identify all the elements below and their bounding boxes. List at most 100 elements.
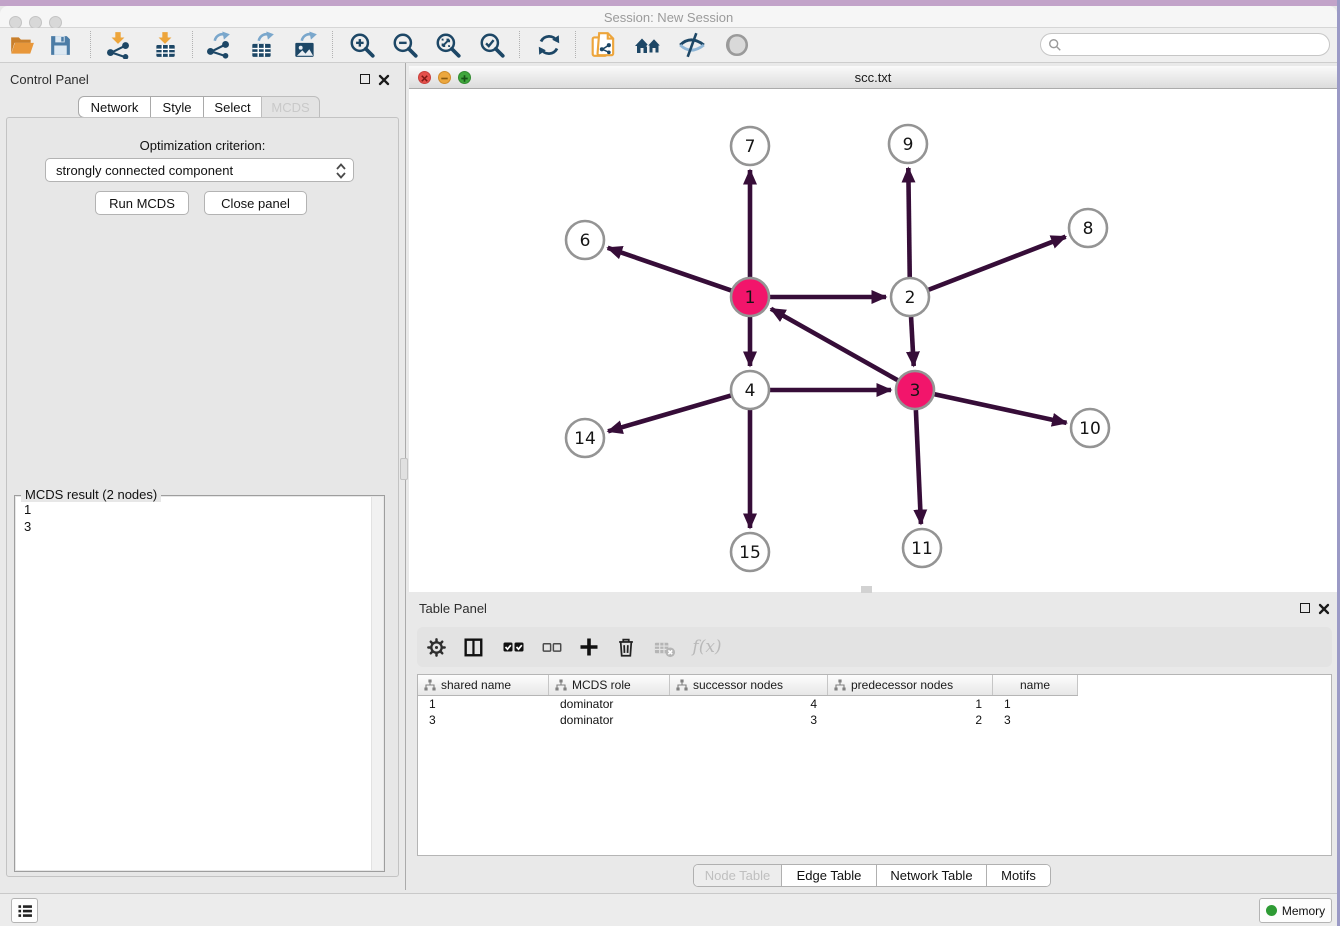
tab-motifs[interactable]: Motifs (987, 865, 1050, 886)
tab-node-table[interactable]: Node Table (694, 865, 782, 886)
edge-1-6[interactable] (608, 248, 731, 291)
table-panel-close-icon[interactable] (1318, 603, 1330, 615)
zoom-in-button[interactable] (346, 30, 378, 60)
save-session-button[interactable] (44, 30, 76, 60)
table-cell[interactable]: 1 (418, 696, 549, 712)
edge-2-8[interactable] (929, 237, 1066, 290)
table-cell[interactable]: 3 (418, 712, 549, 728)
close-panel-button[interactable]: Close panel (204, 191, 307, 215)
node-table[interactable]: shared name MCDS role successor nodesprede… (417, 674, 1332, 856)
control-panel-float-icon[interactable] (360, 74, 370, 84)
gear-icon (425, 636, 448, 659)
show-panel-button[interactable] (721, 30, 753, 60)
canvas-splitter-grip[interactable] (861, 586, 872, 593)
column-header-successor-nodes[interactable]: successor nodes (670, 675, 828, 695)
tab-edge-table[interactable]: Edge Table (782, 865, 877, 886)
export-table-button[interactable] (246, 30, 278, 60)
table-cell[interactable]: 4 (670, 696, 828, 712)
select-all-columns-button[interactable] (500, 634, 528, 660)
table-body: 1dominator4113dominator323 (418, 696, 1331, 728)
zoom-selected-button[interactable] (476, 30, 508, 60)
table-cell[interactable]: dominator (549, 696, 670, 712)
tab-network-table[interactable]: Network Table (877, 865, 987, 886)
refresh-icon (536, 32, 562, 58)
open-folder-icon (9, 32, 35, 58)
import-table-icon (151, 31, 179, 59)
search-icon (1048, 38, 1062, 52)
node-label-9: 9 (903, 135, 914, 155)
tab-mcds[interactable]: MCDS (261, 96, 320, 118)
node-label-11: 11 (911, 539, 933, 559)
home-icon (633, 32, 663, 58)
column-header-mcds-role[interactable]: MCDS role (549, 675, 670, 695)
search-field[interactable] (1040, 33, 1330, 56)
export-network-icon (204, 31, 232, 59)
columns-icon (462, 636, 484, 658)
table-row[interactable]: 3dominator323 (418, 712, 1331, 728)
open-session-button[interactable] (6, 30, 38, 60)
search-input[interactable] (1062, 38, 1312, 52)
create-column-button[interactable] (575, 634, 603, 660)
table-cell[interactable]: 3 (670, 712, 828, 728)
mcds-result-textarea[interactable]: 13 (16, 497, 383, 870)
zoom-out-button[interactable] (389, 30, 421, 60)
node-label-10: 10 (1079, 419, 1101, 439)
mcds-result-title: MCDS result (2 nodes) (21, 487, 161, 502)
node-label-6: 6 (580, 231, 591, 251)
main-toolbar (0, 28, 1337, 63)
tab-network[interactable]: Network (78, 96, 151, 118)
table-panel-float-icon[interactable] (1300, 603, 1310, 613)
table-cell[interactable]: dominator (549, 712, 670, 728)
node-label-14: 14 (574, 429, 596, 449)
table-cell[interactable]: 2 (828, 712, 993, 728)
plus-icon (577, 635, 601, 659)
import-table-button[interactable] (149, 30, 181, 60)
export-network-button[interactable] (202, 30, 234, 60)
edge-4-14[interactable] (608, 396, 731, 432)
zoom-fit-button[interactable] (432, 30, 464, 60)
toolbar-separator (575, 31, 576, 58)
import-network-button[interactable] (102, 30, 134, 60)
memory-button[interactable]: Memory (1259, 898, 1332, 923)
export-image-button[interactable] (289, 30, 321, 60)
network-window-titlebar[interactable]: scc.txt (409, 66, 1337, 89)
edge-2-9[interactable] (908, 168, 909, 277)
tab-select[interactable]: Select (203, 96, 262, 118)
table-cell[interactable]: 1 (828, 696, 993, 712)
node-label-8: 8 (1083, 219, 1094, 239)
table-row[interactable]: 1dominator411 (418, 696, 1331, 712)
zoom-fit-icon (434, 31, 462, 59)
table-cell[interactable]: 3 (993, 712, 1078, 728)
column-header-label: MCDS role (572, 678, 631, 692)
splitter-grip[interactable] (400, 458, 408, 480)
table-settings-button[interactable] (422, 634, 450, 660)
reset-views-button[interactable] (632, 30, 664, 60)
edge-3-1[interactable] (771, 309, 898, 380)
edge-3-10[interactable] (935, 394, 1067, 423)
edge-3-11[interactable] (916, 410, 921, 524)
delete-column-button[interactable] (612, 634, 640, 660)
toolbar-separator (519, 31, 520, 58)
table-panel-title: Table Panel (419, 601, 487, 616)
tab-style[interactable]: Style (150, 96, 204, 118)
show-columns-button[interactable] (459, 634, 487, 660)
deselect-all-columns-button[interactable] (538, 634, 566, 660)
optimization-criterion-select[interactable]: strongly connected component (45, 158, 354, 182)
network-canvas[interactable]: 1234678910111415 (409, 89, 1337, 592)
column-header-name[interactable]: name (993, 675, 1078, 695)
status-bar: Memory (0, 893, 1337, 926)
edge-2-3[interactable] (911, 317, 914, 366)
hide-panel-button[interactable] (676, 30, 708, 60)
result-scrollbar[interactable] (371, 497, 383, 870)
function-icon: f(x) (692, 637, 721, 657)
memory-label: Memory (1282, 904, 1325, 918)
task-history-button[interactable] (11, 898, 38, 923)
control-panel-close-icon[interactable] (378, 74, 390, 86)
column-header-predecessor-nodes[interactable]: predecessor nodes (828, 675, 993, 695)
apply-layout-button[interactable] (533, 30, 565, 60)
table-cell[interactable]: 1 (993, 696, 1078, 712)
clone-network-button[interactable] (588, 30, 620, 60)
column-header-shared-name[interactable]: shared name (418, 675, 549, 695)
run-mcds-button[interactable]: Run MCDS (95, 191, 189, 215)
shared-column-icon (834, 679, 846, 691)
